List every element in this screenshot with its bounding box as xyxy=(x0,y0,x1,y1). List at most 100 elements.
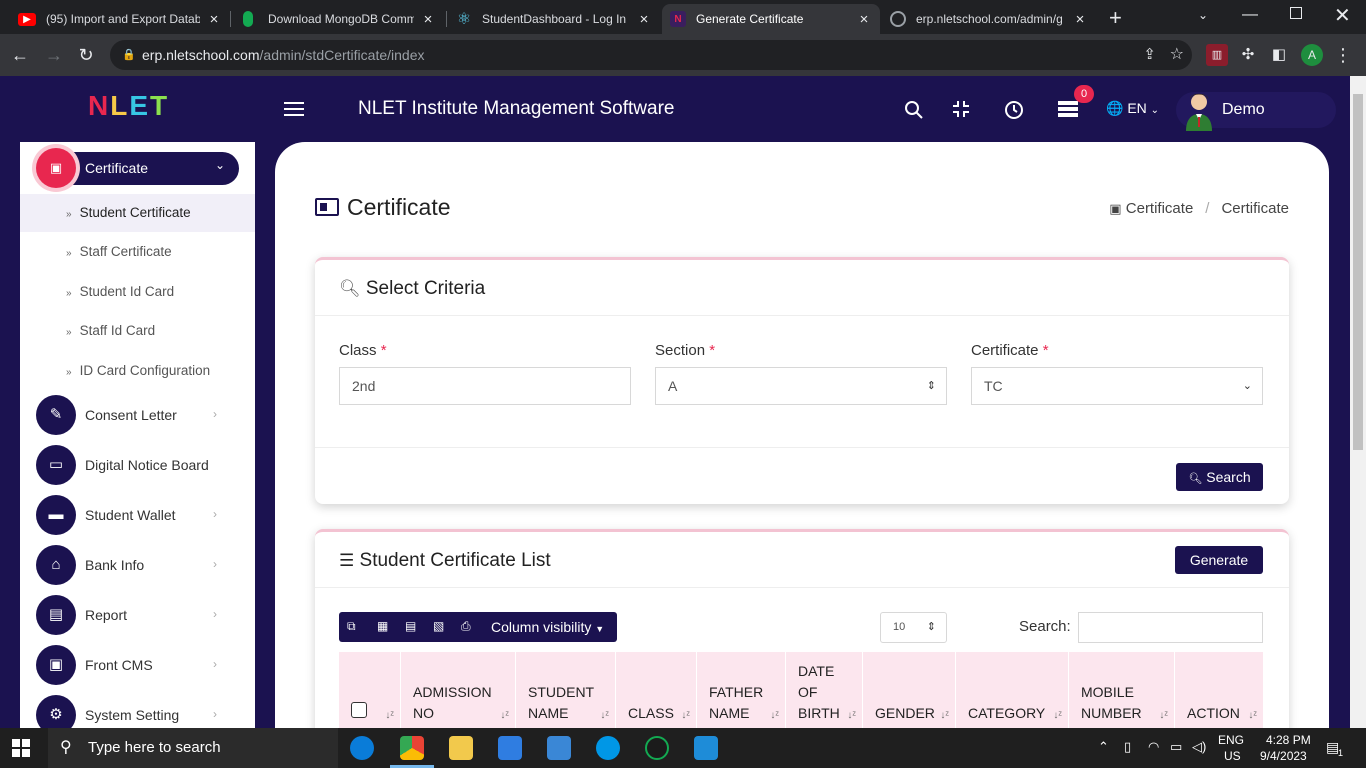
close-tab-icon[interactable]: × xyxy=(636,11,652,28)
sidebar-subitem-student-certificate[interactable]: » Student Certificate xyxy=(20,194,255,232)
section-select[interactable]: A ⇕ xyxy=(655,367,947,405)
sidebar-subitem-student-id-card[interactable]: » Student Id Card xyxy=(20,273,255,311)
profile-avatar[interactable]: A xyxy=(1301,44,1323,66)
extension-icon[interactable]: ▥ xyxy=(1206,44,1228,66)
close-window-icon[interactable]: ✕ xyxy=(1334,3,1351,28)
file-explorer-icon[interactable] xyxy=(449,736,473,760)
close-tab-icon[interactable]: × xyxy=(420,11,436,28)
language-region: US xyxy=(1224,749,1241,763)
sidebar-subitem-staff-id-card[interactable]: » Staff Id Card xyxy=(20,312,255,350)
table-search-input[interactable] xyxy=(1078,612,1263,643)
reload-icon[interactable]: ↻ xyxy=(74,43,98,67)
generate-button[interactable]: Generate xyxy=(1175,546,1263,574)
column-visibility-button[interactable]: Column visibility ▼ xyxy=(491,619,604,635)
battery-icon[interactable]: ▭ xyxy=(1170,739,1182,755)
minimize-icon[interactable]: — xyxy=(1242,6,1258,24)
sidebar-subitem-id-card-configuration[interactable]: » ID Card Configuration xyxy=(20,352,255,390)
side-panel-icon[interactable]: ◧ xyxy=(1268,44,1290,66)
close-tab-icon[interactable]: × xyxy=(206,11,222,28)
taskbar-search-box[interactable]: ⚲ Type here to search xyxy=(48,728,338,768)
pdf-icon[interactable]: ▧ xyxy=(433,619,444,633)
skype-icon[interactable] xyxy=(596,736,620,760)
device-icon[interactable]: ▯ xyxy=(1124,739,1131,755)
student-certificate-list-card: ☰ Student Certificate List Generate ⧉ ▦ … xyxy=(315,529,1289,728)
sidebar-item-front-cms[interactable]: ▣ Front CMS › xyxy=(36,645,246,685)
browser-menu-icon[interactable]: ⋮ xyxy=(1332,44,1354,66)
section-label: Section * xyxy=(655,342,716,359)
column-header[interactable]: FATHER NAME ↓ᶻ xyxy=(697,652,786,728)
forward-icon[interactable]: → xyxy=(42,43,66,67)
mail-icon[interactable] xyxy=(547,736,571,760)
scrollbar-thumb[interactable] xyxy=(1353,94,1363,450)
certificate-select[interactable]: TC ⌄ xyxy=(971,367,1263,405)
restore-icon[interactable] xyxy=(1290,7,1302,19)
sidebar-item-report[interactable]: ▤ Report › xyxy=(36,595,246,635)
clock-time[interactable]: 4:28 PM xyxy=(1266,733,1311,747)
close-tab-icon[interactable]: × xyxy=(856,11,872,28)
mongodb-compass-icon[interactable] xyxy=(645,736,669,760)
column-header[interactable]: CATEGORY ↓ᶻ xyxy=(956,652,1069,728)
browser-tab[interactable]: ▶ (95) Import and Export Datab × xyxy=(10,4,230,34)
page-scrollbar[interactable] xyxy=(1350,76,1366,728)
back-icon[interactable]: ← xyxy=(8,43,32,67)
edge-icon[interactable] xyxy=(350,736,374,760)
chevron-up-icon[interactable]: ⌃ xyxy=(1098,739,1109,755)
sidebar-item-consent-letter[interactable]: ✎ Consent Letter › xyxy=(36,395,246,435)
section-value: A xyxy=(668,378,678,394)
column-header[interactable]: CLASS ↓ᶻ xyxy=(616,652,697,728)
browser-tab[interactable]: Download MongoDB Comma × xyxy=(232,4,444,34)
search-button[interactable]: 🔍︎ Search xyxy=(1176,463,1263,491)
language-selector[interactable]: 🌐 EN ⌄ xyxy=(1106,100,1159,117)
wifi-icon[interactable]: ◠ xyxy=(1148,739,1159,755)
notification-list-icon[interactable] xyxy=(1057,100,1079,123)
fullscreen-exit-icon[interactable] xyxy=(950,100,972,123)
hamburger-menu-icon[interactable] xyxy=(284,102,304,116)
new-tab-icon[interactable]: + xyxy=(1109,5,1122,31)
column-header[interactable]: GENDER ↓ᶻ xyxy=(863,652,956,728)
share-icon[interactable]: ⇪ xyxy=(1143,40,1156,70)
nlet-logo[interactable]: NLET xyxy=(88,90,169,122)
clock-icon[interactable] xyxy=(1003,100,1025,125)
breadcrumb-link[interactable]: Certificate xyxy=(1126,200,1194,217)
column-header[interactable]: DATE OF BIRTH ↓ᶻ xyxy=(786,652,863,728)
bookmark-star-icon[interactable]: ☆ xyxy=(1170,40,1184,70)
browser-tab[interactable]: erp.nletschool.com/admin/g × xyxy=(882,4,1096,34)
tab-search-icon[interactable]: ⌄ xyxy=(1198,8,1208,22)
sidebar-item-digital-notice-board[interactable]: ▭ Digital Notice Board xyxy=(36,445,246,485)
vscode-icon[interactable] xyxy=(694,736,718,760)
sidebar-item-bank-info[interactable]: ⌂ Bank Info › xyxy=(36,545,246,585)
column-header[interactable]: STUDENT NAME ↓ᶻ xyxy=(516,652,616,728)
chrome-icon[interactable] xyxy=(400,736,424,760)
url-field[interactable]: 🔒 erp.nletschool.com/admin/stdCertificat… xyxy=(110,40,1192,70)
windows-start-icon[interactable] xyxy=(12,739,30,757)
sidebar-subitem-staff-certificate[interactable]: » Staff Certificate xyxy=(20,233,255,271)
column-header[interactable]: ACTION ↓ᶻ xyxy=(1175,652,1263,728)
sort-icon: ↓ᶻ xyxy=(1159,710,1168,721)
extensions-puzzle-icon[interactable]: ✣ xyxy=(1237,44,1259,66)
main-content: Certificate ▣ Certificate / Certificate 🔍︎… xyxy=(275,142,1329,728)
sidebar-item-system-setting[interactable]: ⚙ System Setting › xyxy=(36,695,246,728)
double-chevron-icon: » xyxy=(66,248,72,259)
search-icon: ⚲ xyxy=(60,739,72,756)
search-icon[interactable] xyxy=(903,100,925,125)
chevron-right-icon: › xyxy=(213,507,217,521)
browser-tab[interactable]: ⚛ StudentDashboard - Log In P × xyxy=(448,4,660,34)
excel-icon[interactable]: ▦ xyxy=(377,619,388,633)
print-icon[interactable]: ⎙ xyxy=(461,619,471,634)
page-length-select[interactable]: 10 ⇕ xyxy=(880,612,947,643)
language-indicator[interactable]: ENG xyxy=(1218,733,1244,747)
store-icon[interactable] xyxy=(498,736,522,760)
class-input[interactable]: 2nd xyxy=(339,367,631,405)
copy-icon[interactable]: ⧉ xyxy=(347,619,356,634)
csv-icon[interactable]: ▤ xyxy=(405,619,416,633)
sidebar-item-student-wallet[interactable]: ▬ Student Wallet › xyxy=(36,495,246,535)
volume-icon[interactable]: ◁) xyxy=(1192,739,1206,755)
column-header[interactable]: MOBILE NUMBER ↓ᶻ xyxy=(1069,652,1175,728)
sort-icon[interactable]: ↓ᶻ xyxy=(385,705,394,726)
column-header[interactable]: ADMISSION NO ↓ᶻ xyxy=(401,652,516,728)
user-menu[interactable]: Demo xyxy=(1176,92,1336,131)
browser-tab-active[interactable]: N Generate Certificate × xyxy=(662,4,880,34)
user-name: Demo xyxy=(1222,101,1265,118)
close-tab-icon[interactable]: × xyxy=(1072,11,1088,28)
select-all-checkbox[interactable] xyxy=(351,702,367,718)
